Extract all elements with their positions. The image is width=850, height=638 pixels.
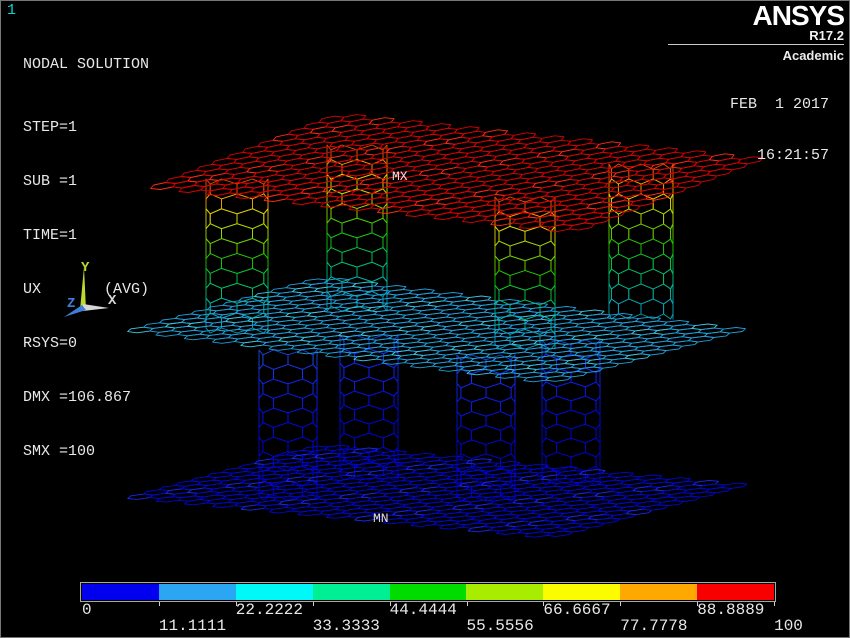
legend-label-6: 66.6667 (543, 601, 610, 619)
ansys-graphics-window: 1 NODAL SOLUTION STEP=1 SUB =1 TIME=1 UX… (0, 0, 850, 638)
legend-label-9: 100 (774, 617, 803, 635)
solution-title: NODAL SOLUTION (23, 56, 149, 74)
license-badge: Academic (668, 48, 844, 63)
legend-label-3: 33.3333 (313, 617, 380, 635)
solution-time: TIME=1 (23, 227, 149, 245)
ansys-logo-block: ANSYS R17.2 Academic (668, 3, 844, 63)
solution-smx: SMX =100 (23, 443, 149, 461)
legend-segment (697, 584, 774, 600)
legend-segment (466, 584, 543, 600)
legend-segment (390, 584, 467, 600)
legend-segment (620, 584, 697, 600)
legend-segment (236, 584, 313, 600)
legend-color-bar (80, 582, 776, 602)
min-node-label: MN (373, 511, 389, 526)
analysis-time: 16:21:57 (730, 147, 829, 164)
solution-component: UX (AVG) (23, 281, 149, 299)
contour-legend: 0 11.1111 22.2222 33.3333 44.4444 55.555… (80, 582, 850, 638)
legend-segment (313, 584, 390, 600)
datetime-block: FEB 1 2017 16:21:57 (730, 62, 829, 198)
legend-label-4: 44.4444 (390, 601, 457, 619)
legend-segment (82, 584, 159, 600)
legend-label-5: 55.5556 (467, 617, 534, 635)
plot-number: 1 (7, 2, 16, 19)
legend-tick (620, 602, 621, 606)
legend-label-2: 22.2222 (236, 601, 303, 619)
max-node-label: MX (392, 169, 408, 184)
analysis-date: FEB 1 2017 (730, 96, 829, 113)
legend-label-0: 0 (82, 601, 92, 619)
solution-info: NODAL SOLUTION STEP=1 SUB =1 TIME=1 UX (… (23, 20, 149, 497)
ansys-logo: ANSYS (668, 3, 844, 29)
legend-label-7: 77.7778 (620, 617, 687, 635)
legend-tick (159, 602, 160, 606)
solution-rsys: RSYS=0 (23, 335, 149, 353)
solution-dmx: DMX =106.867 (23, 389, 149, 407)
legend-segment (159, 584, 236, 600)
cnt-graphene-model (128, 115, 763, 538)
solution-step: STEP=1 (23, 119, 149, 137)
legend-tick (313, 602, 314, 606)
legend-label-8: 88.8889 (697, 601, 764, 619)
legend-tick (467, 602, 468, 606)
logo-divider (668, 44, 844, 45)
legend-segment (543, 584, 620, 600)
solution-sub: SUB =1 (23, 173, 149, 191)
legend-tick (774, 602, 775, 606)
legend-label-1: 11.1111 (159, 617, 226, 635)
